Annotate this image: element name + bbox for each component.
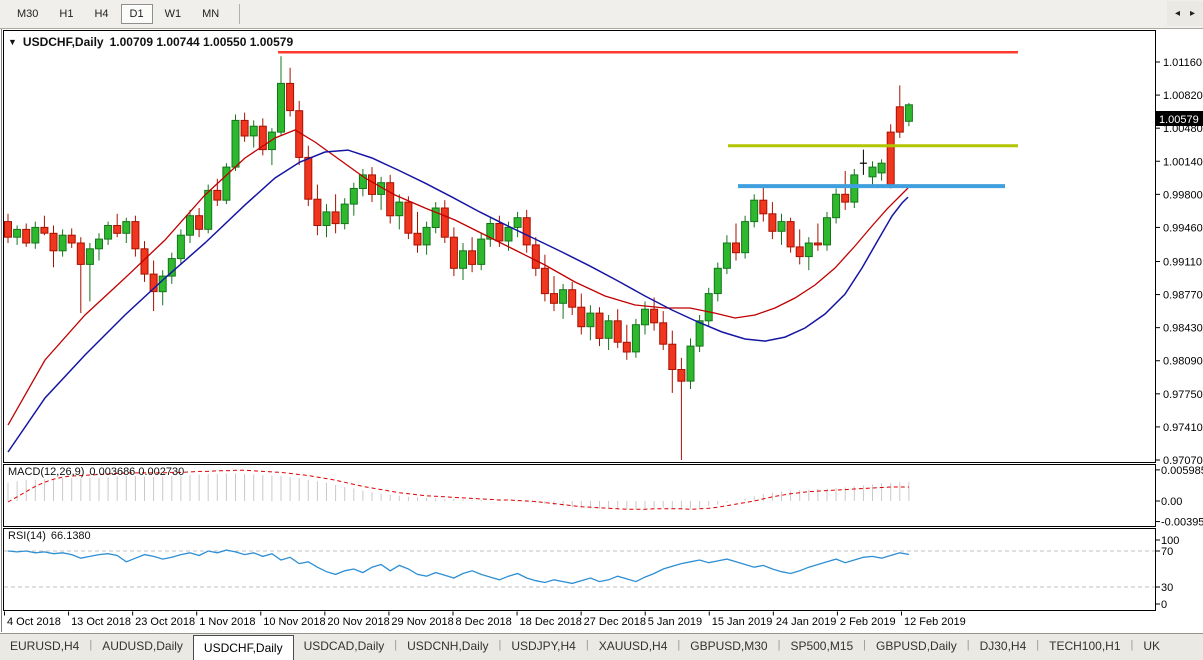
tab-xauusd-h4[interactable]: XAUUSD,H4 [589, 634, 678, 660]
toolbar-separator [239, 4, 241, 24]
chart-symbol-title: USDCHF,Daily [22, 35, 104, 49]
tab-usdcad-daily[interactable]: USDCAD,Daily [294, 634, 395, 660]
tab-dj30-h4[interactable]: DJ30,H4 [970, 634, 1037, 660]
svg-text:0.97410: 0.97410 [1163, 422, 1203, 434]
timeframe-button-mn[interactable]: MN [193, 4, 228, 24]
timeframe-button-h1[interactable]: H1 [50, 4, 82, 24]
chart-title-bar: ▼ USDCHF,Daily 1.00709 1.00744 1.00550 1… [8, 35, 293, 49]
macd-name: MACD(12,26,9) [8, 466, 85, 478]
svg-text:12 Feb 2019: 12 Feb 2019 [904, 616, 966, 628]
svg-text:0: 0 [1161, 599, 1167, 611]
svg-text:15 Jan 2019: 15 Jan 2019 [712, 616, 773, 628]
svg-text:1.00140: 1.00140 [1163, 156, 1203, 168]
svg-text:0.98430: 0.98430 [1163, 323, 1203, 335]
price-chart-canvas[interactable]: 1.011601.008201.004801.001400.998000.994… [0, 0, 1203, 660]
rsi-indicator-label: RSI(14) 66.1380 [8, 530, 91, 542]
svg-text:30: 30 [1161, 582, 1173, 594]
svg-text:27 Dec 2018: 27 Dec 2018 [584, 616, 646, 628]
svg-text:-0.003954: -0.003954 [1161, 517, 1203, 529]
svg-text:2 Feb 2019: 2 Feb 2019 [840, 616, 896, 628]
svg-text:1.00579: 1.00579 [1159, 114, 1199, 126]
svg-text:1.01160: 1.01160 [1163, 57, 1202, 69]
tab-sp500-m15[interactable]: SP500,M15 [780, 634, 863, 660]
svg-text:8 Dec 2018: 8 Dec 2018 [455, 616, 511, 628]
svg-text:0.98090: 0.98090 [1163, 356, 1203, 368]
trading-terminal: { "toolbar":{ "timeframes":[ {"label":"M… [0, 0, 1203, 660]
svg-text:0.99460: 0.99460 [1163, 222, 1203, 234]
tab-audusd-daily[interactable]: AUDUSD,Daily [92, 634, 193, 660]
svg-text:0.99800: 0.99800 [1163, 189, 1203, 201]
tab-eurusd-h4[interactable]: EURUSD,H4 [0, 634, 89, 660]
svg-text:0.00: 0.00 [1161, 496, 1182, 508]
svg-text:24 Jan 2019: 24 Jan 2019 [776, 616, 837, 628]
tab-usdcnh-daily[interactable]: USDCNH,Daily [397, 634, 498, 660]
timeframe-buttons: M30 H1 H4 D1 W1 MN [8, 4, 231, 24]
svg-text:0.99110: 0.99110 [1163, 256, 1202, 268]
tab-scroll-right-button[interactable]: ▸ [1188, 8, 1197, 20]
rsi-value: 66.1380 [50, 530, 91, 542]
tab-scroll-arrows: ◂ ▸ [1166, 1, 1203, 26]
svg-text:13 Oct 2018: 13 Oct 2018 [71, 616, 131, 628]
tab-scroll-left-button[interactable]: ◂ [1173, 8, 1182, 20]
svg-text:20 Nov 2018: 20 Nov 2018 [327, 616, 389, 628]
svg-text:29 Nov 2018: 29 Nov 2018 [391, 616, 453, 628]
chart-dropdown-icon[interactable]: ▼ [8, 37, 17, 47]
timeframe-button-d1[interactable]: D1 [120, 4, 153, 24]
timeframe-button-h4[interactable]: H4 [85, 4, 117, 24]
svg-text:5 Jan 2019: 5 Jan 2019 [648, 616, 702, 628]
tab-uk[interactable]: UK [1133, 634, 1170, 660]
tab-gbpusd-daily[interactable]: GBPUSD,Daily [866, 634, 967, 660]
chart-tab-bar: EURUSD,H4 | AUDUSD,Daily USDCHF,Daily USDCAD… [0, 633, 1203, 660]
macd-values: 0.003686 0.002730 [89, 466, 185, 478]
svg-text:0.005985: 0.005985 [1161, 465, 1203, 477]
svg-text:70: 70 [1161, 546, 1173, 558]
svg-text:1 Nov 2018: 1 Nov 2018 [199, 616, 255, 628]
svg-text:18 Dec 2018: 18 Dec 2018 [520, 616, 582, 628]
macd-indicator-label: MACD(12,26,9) 0.003686 0.002730 [8, 466, 184, 478]
svg-text:1.00820: 1.00820 [1163, 90, 1203, 102]
rsi-name: RSI(14) [8, 530, 46, 542]
svg-text:4 Oct 2018: 4 Oct 2018 [7, 616, 61, 628]
svg-text:23 Oct 2018: 23 Oct 2018 [135, 616, 195, 628]
svg-text:0.98770: 0.98770 [1163, 290, 1203, 302]
tab-usdchf-daily[interactable]: USDCHF,Daily [192, 635, 294, 660]
svg-text:10 Nov 2018: 10 Nov 2018 [263, 616, 325, 628]
timeframe-toolbar: M30 H1 H4 D1 W1 MN [0, 0, 1203, 29]
tab-usdjpy-h4[interactable]: USDJPY,H4 [501, 634, 585, 660]
timeframe-button-w1[interactable]: W1 [156, 4, 191, 24]
chart-ohlc-quote: 1.00709 1.00744 1.00550 1.00579 [109, 35, 294, 49]
tab-gbpusd-m30[interactable]: GBPUSD,M30 [680, 634, 777, 660]
timeframe-button-m30[interactable]: M30 [8, 4, 47, 24]
tab-tech100-h1[interactable]: TECH100,H1 [1039, 634, 1130, 660]
svg-text:0.97750: 0.97750 [1163, 389, 1203, 401]
